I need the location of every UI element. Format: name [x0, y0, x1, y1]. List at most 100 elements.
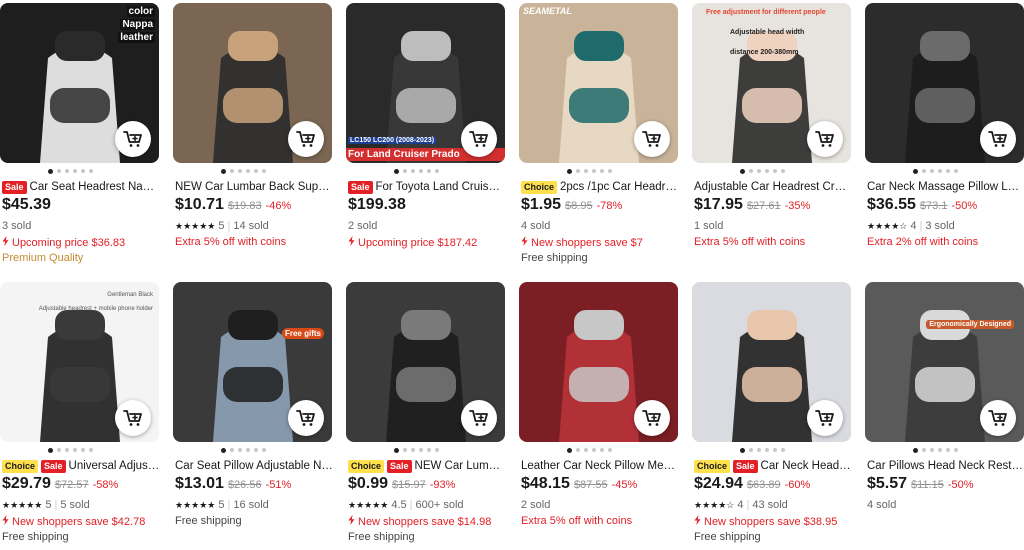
carousel-dot[interactable] — [608, 169, 612, 173]
add-to-cart-button[interactable] — [634, 400, 670, 436]
product-title[interactable]: Leather Car Neck Pillow Mem... — [521, 460, 679, 472]
carousel-dot[interactable] — [954, 448, 958, 452]
product-image[interactable] — [865, 3, 1024, 163]
product-title[interactable]: Car Seat Headrest Napp... — [30, 181, 160, 193]
carousel-dot[interactable] — [584, 169, 588, 173]
carousel-dot[interactable] — [411, 169, 415, 173]
carousel-dot[interactable] — [913, 168, 918, 174]
carousel-dot[interactable] — [57, 169, 61, 173]
product-card[interactable]: NEW Car Lumbar Back Suppo... $10.71 $19.83… — [173, 3, 335, 271]
product-title[interactable]: For Toyota Land Cruiser ... — [376, 181, 506, 193]
product-title-row[interactable]: ChoiceSaleNEW Car Lumbar ... — [348, 458, 506, 474]
carousel-dot[interactable] — [584, 448, 588, 452]
product-title-row[interactable]: Sale Car Seat Headrest Napp... — [2, 179, 160, 195]
carousel-dot[interactable] — [765, 448, 769, 452]
image-carousel-dots[interactable] — [913, 447, 958, 453]
product-title-row[interactable]: Car Neck Massage Pillow Lum... — [867, 179, 1024, 195]
carousel-dot[interactable] — [930, 448, 934, 452]
product-title[interactable]: Car Neck Massage Pillow Lum... — [867, 181, 1024, 193]
product-card[interactable]: SEAMETAL Choice 2pcs /1pc Car Headrest... $… — [519, 3, 681, 271]
product-card[interactable]: ChoiceSaleCar Neck Headres...$24.94$63.8… — [692, 282, 854, 550]
product-card[interactable]: ChoiceSaleNEW Car Lumbar ...$0.99$15.97-… — [346, 282, 508, 550]
product-image[interactable] — [519, 282, 678, 442]
image-carousel-dots[interactable] — [221, 168, 266, 174]
image-carousel-dots[interactable] — [394, 447, 439, 453]
carousel-dot[interactable] — [757, 169, 761, 173]
carousel-dot[interactable] — [394, 447, 399, 453]
add-to-cart-button[interactable] — [288, 121, 324, 157]
product-image[interactable]: Gentleman Black Adjustable headrest + mob… — [0, 282, 159, 442]
carousel-dot[interactable] — [89, 169, 93, 173]
carousel-dot[interactable] — [954, 169, 958, 173]
carousel-dot[interactable] — [89, 448, 93, 452]
carousel-dot[interactable] — [48, 168, 53, 174]
add-to-cart-button[interactable] — [461, 121, 497, 157]
image-carousel-dots[interactable] — [567, 168, 612, 174]
carousel-dot[interactable] — [419, 169, 423, 173]
carousel-dot[interactable] — [254, 448, 258, 452]
product-image[interactable]: color Nappa leather — [0, 3, 159, 163]
carousel-dot[interactable] — [221, 447, 226, 453]
carousel-dot[interactable] — [221, 168, 226, 174]
carousel-dot[interactable] — [740, 447, 745, 453]
carousel-dot[interactable] — [73, 169, 77, 173]
add-to-cart-button[interactable] — [980, 121, 1016, 157]
product-title-row[interactable]: Sale For Toyota Land Cruiser ... — [348, 179, 506, 195]
image-carousel-dots[interactable] — [567, 447, 612, 453]
carousel-dot[interactable] — [740, 168, 745, 174]
carousel-dot[interactable] — [81, 448, 85, 452]
carousel-dot[interactable] — [749, 169, 753, 173]
carousel-dot[interactable] — [781, 169, 785, 173]
carousel-dot[interactable] — [403, 448, 407, 452]
product-title[interactable]: NEW Car Lumbar ... — [415, 460, 506, 472]
carousel-dot[interactable] — [246, 448, 250, 452]
carousel-dot[interactable] — [749, 448, 753, 452]
carousel-dot[interactable] — [435, 169, 439, 173]
product-image[interactable]: Free adjustment for different people Adju… — [692, 3, 851, 163]
carousel-dot[interactable] — [238, 448, 242, 452]
carousel-dot[interactable] — [48, 447, 53, 453]
carousel-dot[interactable] — [757, 448, 761, 452]
product-image[interactable] — [346, 282, 505, 442]
carousel-dot[interactable] — [73, 448, 77, 452]
product-title-row[interactable]: Car Pillows Head Neck Rest E... — [867, 458, 1024, 474]
carousel-dot[interactable] — [938, 448, 942, 452]
carousel-dot[interactable] — [913, 447, 918, 453]
add-to-cart-button[interactable] — [980, 400, 1016, 436]
carousel-dot[interactable] — [765, 169, 769, 173]
carousel-dot[interactable] — [403, 169, 407, 173]
product-card[interactable]: Ergonomically Designed Car Pillows Head N… — [865, 282, 1024, 550]
carousel-dot[interactable] — [592, 169, 596, 173]
carousel-dot[interactable] — [57, 448, 61, 452]
carousel-dot[interactable] — [411, 448, 415, 452]
carousel-dot[interactable] — [608, 448, 612, 452]
product-title-row[interactable]: ChoiceSaleUniversal Adjustab... — [2, 458, 160, 474]
carousel-dot[interactable] — [576, 448, 580, 452]
carousel-dot[interactable] — [435, 448, 439, 452]
carousel-dot[interactable] — [65, 448, 69, 452]
image-carousel-dots[interactable] — [221, 447, 266, 453]
carousel-dot[interactable] — [567, 447, 572, 453]
add-to-cart-button[interactable] — [115, 121, 151, 157]
product-title-row[interactable]: ChoiceSaleCar Neck Headres... — [694, 458, 852, 474]
product-card[interactable]: Free adjustment for different people Adju… — [692, 3, 854, 271]
product-card[interactable]: color Nappa leather Sale Car Seat Headrest N… — [0, 3, 162, 271]
carousel-dot[interactable] — [938, 169, 942, 173]
product-title-row[interactable]: Leather Car Neck Pillow Mem... — [521, 458, 679, 474]
image-carousel-dots[interactable] — [740, 447, 785, 453]
product-title[interactable]: Adjustable Car Headrest Crea... — [694, 181, 852, 193]
carousel-dot[interactable] — [81, 169, 85, 173]
product-image[interactable]: LC150 LC200 (2008-2023) For Land Cruiser … — [346, 3, 505, 163]
image-carousel-dots[interactable] — [48, 447, 93, 453]
carousel-dot[interactable] — [262, 448, 266, 452]
product-title[interactable]: 2pcs /1pc Car Headrest... — [560, 181, 679, 193]
product-title-row[interactable]: Adjustable Car Headrest Crea... — [694, 179, 852, 195]
carousel-dot[interactable] — [600, 448, 604, 452]
carousel-dot[interactable] — [592, 448, 596, 452]
add-to-cart-button[interactable] — [461, 400, 497, 436]
carousel-dot[interactable] — [427, 448, 431, 452]
image-carousel-dots[interactable] — [48, 168, 93, 174]
image-carousel-dots[interactable] — [913, 168, 958, 174]
carousel-dot[interactable] — [922, 448, 926, 452]
product-card[interactable]: Leather Car Neck Pillow Mem... $48.15 $87.… — [519, 282, 681, 550]
